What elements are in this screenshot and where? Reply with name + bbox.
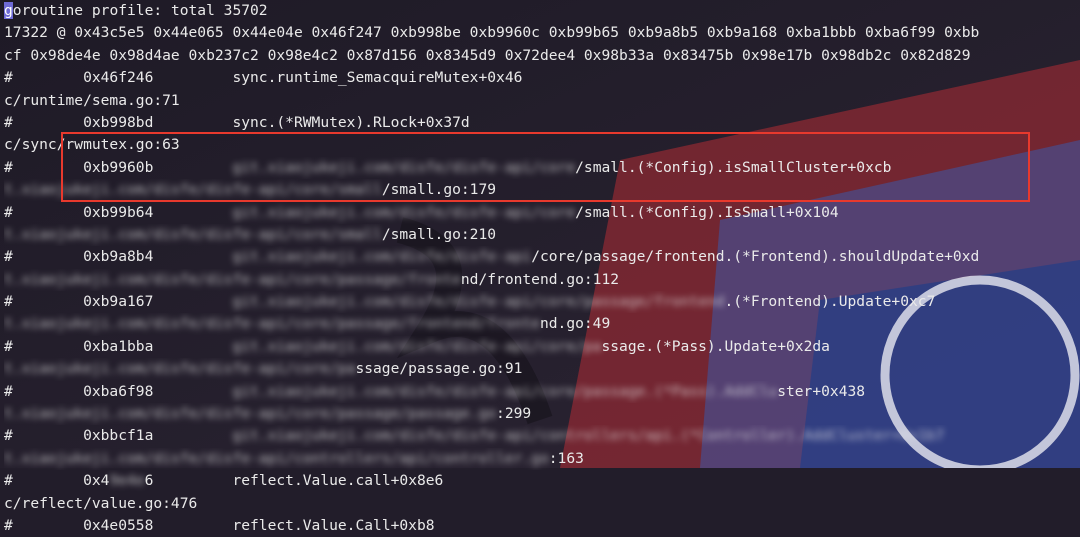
frame-line: # 0x4e0558 reflect.Value.Call+0xb8 [4,516,435,534]
redacted-text: git.xiaojukeji.com/disfe/disfe-api/core/… [232,382,778,400]
redacted-text: git.xiaojukeji.com/disfe/disfe-api/core/… [232,293,725,311]
stack-address-line: cf 0x98de4e 0x98d4ae 0xb237c2 0x98e4c2 0… [4,46,971,64]
source-path-line: t.xiaojukeji.com/disfe/disfe-api/core/pa… [4,405,532,423]
source-path-line: t.xiaojukeji.com/disfe/disfe-api/core/pa… [4,360,523,378]
terminal-output[interactable]: goroutine profile: total 35702 17322 @ 0… [0,0,1080,534]
source-path-line: t.xiaojukeji.com/disfe/disfe-api/core/pa… [4,270,620,288]
highlight-annotation-box [61,132,1030,202]
frame-line: # 0x49e4e6 reflect.Value.call+0x8e6 [4,472,444,490]
redacted-text: git.xiaojukeji.com/disfe/disfe-api [232,248,532,266]
source-path-line: t.xiaojukeji.com/disfe/disfe-api/control… [4,449,584,467]
stack-address-line: 17322 @ 0x43c5e5 0x44e065 0x44e04e 0x46f… [4,24,980,42]
redacted-text: t.xiaojukeji.com/disfe/disfe-api/core/pa [4,360,356,378]
redacted-text: git.xiaojukeji.com/disfe/disfe-api/contr… [232,427,945,445]
source-path-line: t.xiaojukeji.com/disfe/disfe-api/core/pa… [4,315,611,333]
frame-line: # 0xba1bba git.xiaojukeji.com/disfe/disf… [4,337,830,355]
frame-line: # 0x46f246 sync.runtime_SemacquireMutex+… [4,69,523,87]
profile-header-line: goroutine profile: total 35702 [4,2,268,19]
source-path-line: c/reflect/value.go:476 [4,494,198,512]
redacted-text: t.xiaojukeji.com/disfe/disfe-api/core/pa… [4,270,461,288]
source-path-line-highlighted: t.xiaojukeji.com/disfe/disfe-api/core/sm… [4,225,497,243]
redacted-text: git.xiaojukeji.com/disfe/disfe-api/core [232,203,576,221]
redacted-text: 9e4e [109,472,145,490]
redacted-text: t.xiaojukeji.com/disfe/disfe-api/control… [4,449,549,467]
frame-line: # 0xb9a8b4 git.xiaojukeji.com/disfe/disf… [4,248,980,266]
redacted-text: t.xiaojukeji.com/disfe/disfe-api/core/pa… [4,405,497,423]
redacted-text: git.xiaojukeji.com/disfe/disfe-api/core/… [232,337,602,355]
frame-line: # 0xb9a167 git.xiaojukeji.com/disfe/disf… [4,293,936,311]
frame-line-highlighted: # 0xb99b64 git.xiaojukeji.com/disfe/disf… [4,203,839,221]
frame-line: # 0xbbcf1a git.xiaojukeji.com/disfe/disf… [4,427,945,445]
frame-line: # 0xba6f98 git.xiaojukeji.com/disfe/disf… [4,382,866,400]
redacted-text: t.xiaojukeji.com/disfe/disfe-api/core/sm… [4,225,382,243]
terminal-cursor: g [4,2,13,19]
frame-line: # 0xb998bd sync.(*RWMutex).RLock+0x37d [4,113,470,131]
source-path-line: c/runtime/sema.go:71 [4,91,180,109]
redacted-text: t.xiaojukeji.com/disfe/disfe-api/core/pa… [4,315,540,333]
